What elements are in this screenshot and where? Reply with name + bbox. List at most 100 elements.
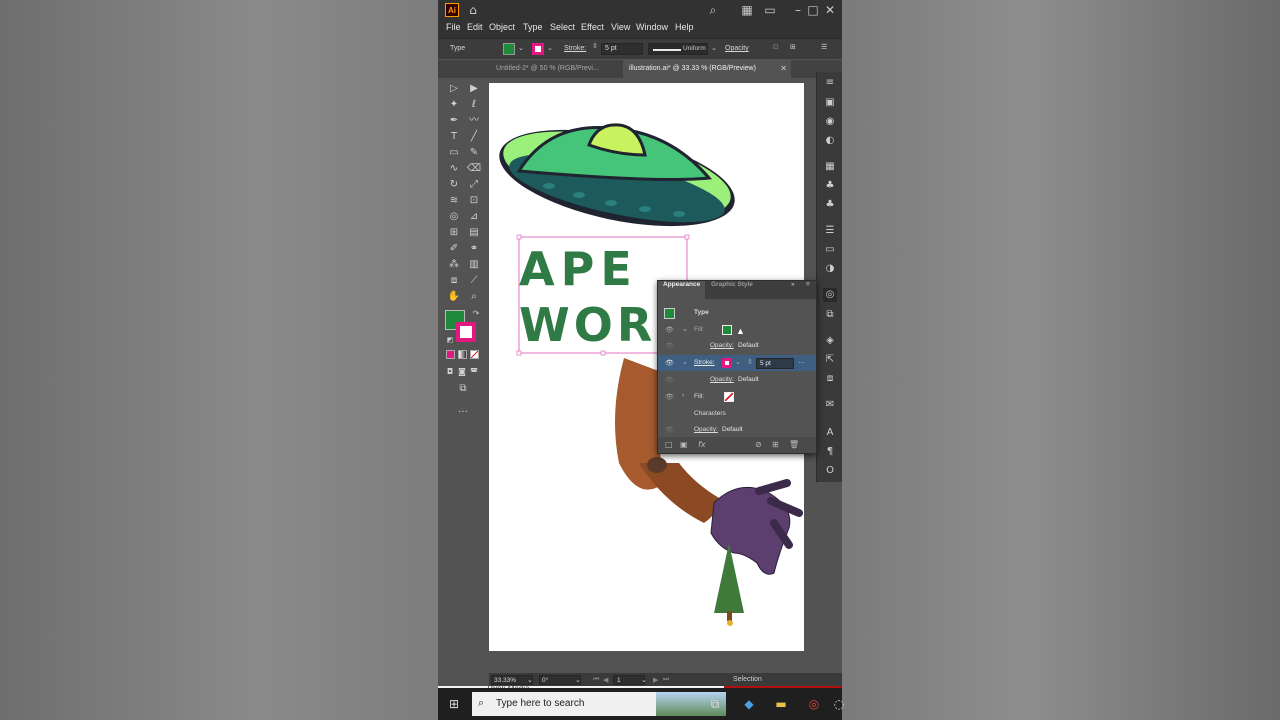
first-artboard-icon[interactable]: ⏮ xyxy=(593,676,599,684)
menu-help[interactable]: Help xyxy=(675,22,694,32)
chevron-down-icon[interactable]: ⌄ xyxy=(682,325,688,333)
workspace-icon[interactable]: ▭ xyxy=(762,2,778,18)
layers-icon[interactable]: ◈ xyxy=(823,334,837,348)
stroke-weight-field[interactable]: 5 pt xyxy=(756,358,794,369)
collapse-panel-icon[interactable]: » xyxy=(786,281,800,299)
stroke-color-swatch[interactable] xyxy=(456,322,476,342)
color-guide-icon[interactable]: ◐ xyxy=(823,134,837,148)
file-explorer-icon[interactable]: ▬ xyxy=(772,696,790,712)
characters-row[interactable]: Characters xyxy=(658,406,816,422)
panel-menu-icon[interactable]: ☰ xyxy=(821,43,827,51)
close-icon[interactable]: ✕ xyxy=(822,2,838,18)
default-colors-icon[interactable]: ◩ xyxy=(442,332,458,348)
trash-icon[interactable]: 🗑 xyxy=(789,440,799,449)
color-mode-icon[interactable] xyxy=(446,350,455,359)
menu-select[interactable]: Select xyxy=(550,22,575,32)
curvature-tool-icon[interactable]: 〰 xyxy=(466,113,482,129)
rectangle-tool-icon[interactable]: ▭ xyxy=(446,145,462,161)
transparency-icon[interactable]: ◑ xyxy=(823,262,837,276)
brushes-icon[interactable]: ♣ xyxy=(823,179,837,193)
character-icon[interactable]: A xyxy=(823,426,837,440)
fill-opacity-row[interactable]: 👁 Opacity: Default xyxy=(658,338,816,354)
add-new-stroke-icon[interactable]: □ xyxy=(665,440,673,449)
appearance-icon[interactable]: ◎ xyxy=(823,288,837,302)
stroke-swatch[interactable] xyxy=(532,43,544,55)
color-icon[interactable]: ◉ xyxy=(823,115,837,129)
windows-start-icon[interactable]: ⊞ xyxy=(445,696,463,712)
shaper-tool-icon[interactable]: ∿ xyxy=(446,161,462,177)
artboards-icon[interactable]: ⧈ xyxy=(823,372,837,386)
opacity-label[interactable]: Opacity xyxy=(725,45,749,52)
menu-object[interactable]: Object xyxy=(489,22,515,32)
opacity-label[interactable]: Opacity: xyxy=(710,376,734,383)
tab-illustration[interactable]: illustration.ai* @ 33.33 % (RGB/Preview)… xyxy=(623,60,791,78)
fill-row-2[interactable]: 👁 › Fill: xyxy=(658,389,816,405)
rotate-tool-icon[interactable]: ↻ xyxy=(446,177,462,193)
scale-tool-icon[interactable]: ⤢ xyxy=(466,177,482,193)
menu-effect[interactable]: Effect xyxy=(581,22,604,32)
visibility-eye-icon[interactable]: 👁 xyxy=(665,376,674,384)
free-transform-tool-icon[interactable]: ⊡ xyxy=(466,193,482,209)
symbol-sprayer-tool-icon[interactable]: ⁂ xyxy=(446,257,462,273)
opentype-icon[interactable]: O xyxy=(823,464,837,478)
shape-builder-tool-icon[interactable]: ◎ xyxy=(446,209,462,225)
symbols-icon[interactable]: ♣ xyxy=(823,198,837,212)
paragraph-icon[interactable]: ¶ xyxy=(823,445,837,459)
mesh-tool-icon[interactable]: ⊞ xyxy=(446,225,462,241)
maximize-icon[interactable]: □ xyxy=(805,2,821,18)
stroke-profile-dropdown[interactable]: Uniform xyxy=(648,43,708,55)
draw-inside-icon[interactable]: ◚ xyxy=(466,364,482,380)
chevron-down-icon[interactable]: ⌄ xyxy=(682,358,688,366)
visibility-eye-icon[interactable]: 👁 xyxy=(665,359,674,367)
chevron-down-icon[interactable]: ⌄ xyxy=(518,44,524,52)
direct-selection-tool-icon[interactable]: ▶ xyxy=(466,81,482,97)
chevron-down-icon[interactable]: ⌄ xyxy=(527,676,533,684)
prev-artboard-icon[interactable]: ◀ xyxy=(603,676,608,684)
tab-untitled-2[interactable]: Untitled-2* @ 50 % (RGB/Previ... xyxy=(490,60,618,78)
transform-icon[interactable]: ⊞ xyxy=(790,43,796,51)
perspective-grid-tool-icon[interactable]: ⊿ xyxy=(466,209,482,225)
gradient-tool-icon[interactable]: ▤ xyxy=(466,225,482,241)
opacity-label[interactable]: Opacity: xyxy=(710,342,734,349)
stroke-opacity-row[interactable]: 👁 Opacity: Default xyxy=(658,372,816,388)
more-options-icon[interactable]: … xyxy=(798,358,805,365)
type-tool-icon[interactable]: T xyxy=(446,129,462,145)
fill-label[interactable]: Fill: xyxy=(694,393,704,400)
more-tools-icon[interactable]: … xyxy=(455,402,471,418)
menu-window[interactable]: Window xyxy=(636,22,668,32)
none-mode-icon[interactable] xyxy=(470,350,479,359)
hand-tool-icon[interactable]: ✋ xyxy=(446,289,462,305)
eraser-tool-icon[interactable]: ⌫ xyxy=(466,161,482,177)
stroke-row[interactable]: 👁 ⌄ Stroke: ⌄ ⇳ 5 pt … xyxy=(658,355,816,371)
blend-tool-icon[interactable]: ⚭ xyxy=(466,241,482,257)
properties-icon[interactable]: ≡ xyxy=(823,76,837,90)
next-artboard-icon[interactable]: ▶ xyxy=(653,676,658,684)
stroke-label[interactable]: Stroke: xyxy=(694,359,715,366)
menu-edit[interactable]: Edit xyxy=(467,22,483,32)
menu-type[interactable]: Type xyxy=(523,22,543,32)
stroke-weight-field[interactable]: 5 pt xyxy=(601,43,643,55)
screen-mode-icon[interactable]: ⧉ xyxy=(455,381,471,397)
fill-swatch[interactable] xyxy=(503,43,515,55)
pen-tool-icon[interactable]: ✒ xyxy=(446,113,462,129)
task-view-icon[interactable]: ⧉ xyxy=(706,696,724,712)
tab-graphic-style[interactable]: Graphic Style xyxy=(706,281,758,299)
fill-label[interactable]: Fill: xyxy=(694,326,704,333)
search-icon[interactable]: ⌕ xyxy=(705,2,721,18)
stroke-label[interactable]: Stroke: xyxy=(564,45,586,52)
eyedropper-tool-icon[interactable]: ✐ xyxy=(446,241,462,257)
artboard-tool-icon[interactable]: ⧈ xyxy=(446,273,462,289)
slice-tool-icon[interactable]: ⟋ xyxy=(466,273,482,289)
stroke-swatch[interactable] xyxy=(722,358,732,368)
line-tool-icon[interactable]: ╱ xyxy=(466,129,482,145)
chevron-down-icon[interactable]: ⌄ xyxy=(711,44,717,52)
visibility-eye-icon[interactable]: 👁 xyxy=(665,326,674,334)
align-icon[interactable]: ⊡ xyxy=(773,43,779,51)
clear-appearance-icon[interactable]: ⊘ xyxy=(755,440,762,449)
comments-icon[interactable]: ✉ xyxy=(823,398,837,412)
export-icon[interactable]: ⇱ xyxy=(823,353,837,367)
characters-label[interactable]: Characters xyxy=(694,410,726,417)
swatches-icon[interactable]: ▦ xyxy=(823,160,837,174)
gradient-mode-icon[interactable] xyxy=(458,350,467,359)
fill-row[interactable]: 👁 ⌄ Fill: ▲ xyxy=(658,322,816,338)
